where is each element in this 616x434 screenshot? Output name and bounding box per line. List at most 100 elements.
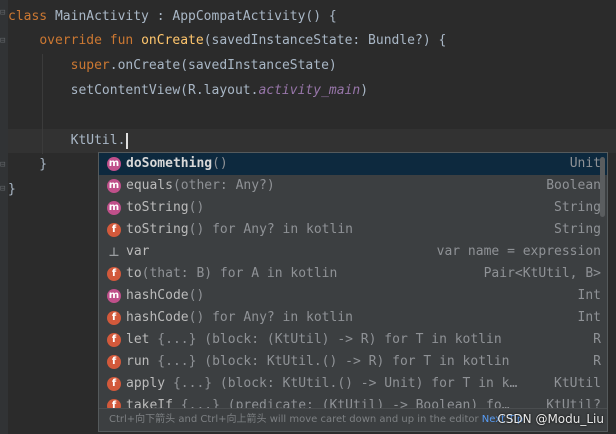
editor-gutter <box>0 0 8 434</box>
completion-item[interactable]: f run {...} (block: KtUtil.() -> R) for T… <box>99 351 607 373</box>
method-icon: m <box>107 201 121 215</box>
code-line[interactable]: KtUtil. <box>8 129 129 153</box>
completion-item-name: hashCode() <box>126 285 204 307</box>
completion-item-signature: () <box>212 156 228 171</box>
fold-icon[interactable]: ⊟ <box>0 160 7 170</box>
completion-item-type: KtUtil? <box>546 398 601 409</box>
code-token: activity_main <box>258 83 361 98</box>
code-line[interactable]: } <box>8 153 47 177</box>
completion-item[interactable]: f hashCode() for Any? in kotlin Int <box>99 307 607 329</box>
completion-item-type: Unit <box>569 156 601 171</box>
function-icon: f <box>107 311 121 325</box>
completion-item-name: takeIf {...} (predicate: (KtUtil) -> Boo… <box>126 395 510 409</box>
completion-item-name: toString() for Any? in kotlin <box>126 219 353 241</box>
code-token: class <box>8 9 55 24</box>
completion-item-name: to(that: B) for A in kotlin <box>126 263 337 285</box>
completion-list[interactable]: m doSomething() Unit m equals(other: Any?) Bo… <box>99 153 607 409</box>
completion-item-name: apply {...} (block: KtUtil.() -> Unit) f… <box>126 373 517 395</box>
function-icon: f <box>107 355 121 369</box>
completion-item-signature: () <box>188 288 205 303</box>
watermark: CSDN @Modu_Liu <box>497 412 604 426</box>
completion-item-label: toString <box>126 200 189 215</box>
code-line[interactable]: setContentView(R.layout.activity_main) <box>8 79 368 103</box>
completion-item-name: hashCode() for Any? in kotlin <box>126 307 353 329</box>
method-icon: m <box>107 157 121 171</box>
method-icon: m <box>107 289 121 303</box>
completion-item-label: run <box>126 354 150 369</box>
completion-item-type: String <box>554 222 601 237</box>
code-line[interactable]: super.onCreate(savedInstanceState) <box>8 54 337 78</box>
completion-item-type: Int <box>577 288 601 303</box>
completion-item-type: R <box>593 332 601 347</box>
footer-hint: Ctrl+向下箭头 and Ctrl+向上箭头 will move caret … <box>109 414 479 425</box>
code-token: super <box>70 58 110 73</box>
completion-item-label: doSomething <box>126 156 213 171</box>
completion-item-name: doSomething() <box>126 153 228 175</box>
method-icon: m <box>107 179 121 193</box>
code-line[interactable]: } <box>8 178 16 202</box>
completion-item-type: Boolean <box>546 178 601 193</box>
code-token: MainActivity : AppCompatActivity() { <box>54 9 337 24</box>
completion-item-label: to <box>126 266 142 281</box>
code-token: KtUtil. <box>8 133 126 148</box>
function-icon: f <box>107 267 121 281</box>
completion-item-name: run {...} (block: KtUtil.() -> R) for T … <box>126 351 510 373</box>
code-token: onCreate <box>141 33 204 48</box>
completion-item[interactable]: m hashCode() Int <box>99 285 607 307</box>
completion-item-label: hashCode <box>126 310 189 325</box>
completion-item-signature: {...} (block: KtUtil.() -> Unit) for T i… <box>165 376 518 391</box>
completion-item-type: R <box>593 354 601 369</box>
fold-icon[interactable]: ⊟ <box>0 8 7 18</box>
completion-item-label: equals <box>126 178 173 193</box>
code-token: .onCreate(savedInstanceState) <box>109 58 337 73</box>
completion-item-signature: (other: Any?) <box>172 178 275 193</box>
completion-item-signature: () for Any? in kotlin <box>188 310 353 325</box>
completion-item-signature: {...} (block: (KtUtil) -> R) for T in ko… <box>149 332 502 347</box>
completion-scrollbar[interactable] <box>600 157 605 217</box>
code-token: (savedInstanceState: Bundle?) { <box>203 33 447 48</box>
completion-item-label: hashCode <box>126 288 189 303</box>
template-icon: ⊥ <box>108 245 120 259</box>
completion-item-label: var <box>126 244 150 259</box>
completion-item[interactable]: m equals(other: Any?) Boolean <box>99 175 607 197</box>
completion-item-label: let <box>126 332 150 347</box>
completion-item[interactable]: f to(that: B) for A in kotlin Pair<KtUtil,… <box>99 263 607 285</box>
completion-item-label: apply <box>126 376 166 391</box>
completion-item[interactable]: ⊥ var var name = expression <box>99 241 607 263</box>
completion-item-name: toString() <box>126 197 204 219</box>
completion-item-type: KtUtil <box>554 376 601 391</box>
function-icon: f <box>107 377 121 391</box>
completion-item-type: Int <box>577 310 601 325</box>
completion-item-type: Pair<KtUtil, B> <box>483 266 601 281</box>
completion-item[interactable]: f let {...} (block: (KtUtil) -> R) for T … <box>99 329 607 351</box>
code-line[interactable]: override fun onCreate(savedInstanceState… <box>8 29 446 53</box>
completion-item-signature: () for Any? in kotlin <box>188 222 353 237</box>
code-token: override fun <box>39 33 142 48</box>
function-icon: f <box>107 223 121 237</box>
code-token: } <box>8 182 16 197</box>
completion-item-type: var name = expression <box>436 244 601 259</box>
fold-icon[interactable]: ⊟ <box>0 184 7 194</box>
text-caret <box>126 132 129 149</box>
completion-item-signature: () <box>188 200 205 215</box>
completion-item-name: let {...} (block: (KtUtil) -> R) for T i… <box>126 329 502 351</box>
completion-item-signature: {...} (block: KtUtil.() -> R) for T in k… <box>149 354 510 369</box>
fold-icon[interactable]: ⊟ <box>0 36 7 46</box>
completion-item-name: equals(other: Any?) <box>126 175 275 197</box>
completion-item[interactable]: f apply {...} (block: KtUtil.() -> Unit) … <box>99 373 607 395</box>
code-token: ) <box>360 83 369 98</box>
completion-item-signature: (that: B) for A in kotlin <box>141 266 338 281</box>
code-token: setContentView(R.layout. <box>8 83 259 98</box>
completion-item[interactable]: m doSomething() Unit <box>99 153 607 175</box>
completion-popup[interactable]: m doSomething() Unit m equals(other: Any?) Bo… <box>98 152 608 432</box>
code-line[interactable]: class MainActivity : AppCompatActivity()… <box>8 5 337 29</box>
completion-item-name: var <box>126 241 149 263</box>
completion-item[interactable]: f takeIf {...} (predicate: (KtUtil) -> Bo… <box>99 395 607 409</box>
completion-item-type: String <box>554 200 601 215</box>
completion-item-label: toString <box>126 222 189 237</box>
function-icon: f <box>107 333 121 347</box>
completion-item[interactable]: f toString() for Any? in kotlin String <box>99 219 607 241</box>
completion-item[interactable]: m toString() String <box>99 197 607 219</box>
